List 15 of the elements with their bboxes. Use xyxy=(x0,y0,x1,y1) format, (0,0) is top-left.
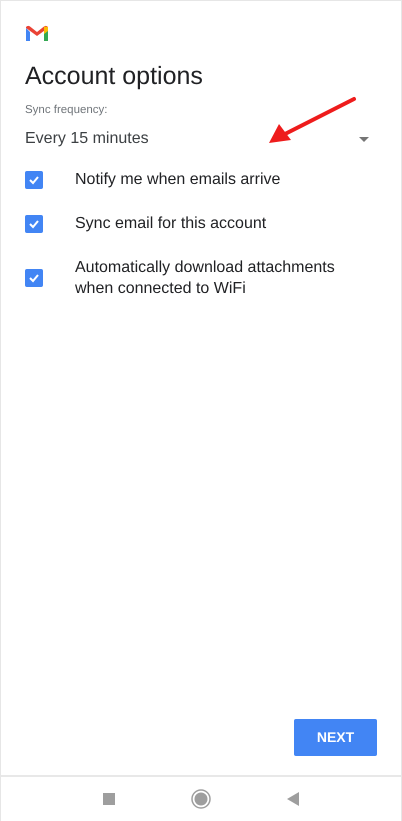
next-button[interactable]: NEXT xyxy=(294,719,377,756)
field-label: Sync frequency: xyxy=(25,103,108,118)
home-icon[interactable] xyxy=(191,789,211,809)
annotation-arrow-icon xyxy=(267,96,357,146)
back-icon[interactable] xyxy=(287,792,299,806)
caret-icon xyxy=(359,136,369,142)
option-label: Automatically download attachments when connected to WiFi xyxy=(75,258,336,300)
option-label: Sync email for this account xyxy=(75,214,268,234)
checkbox[interactable] xyxy=(25,269,43,288)
option-label: Notify me when emails arrive xyxy=(75,170,282,190)
mail-logo-icon xyxy=(25,25,49,42)
sync-frequency-dropdown[interactable]: Every 15 minutes xyxy=(25,127,377,152)
checkbox[interactable] xyxy=(25,170,43,189)
page-title: Account options xyxy=(25,61,204,92)
checkbox[interactable] xyxy=(25,214,43,233)
